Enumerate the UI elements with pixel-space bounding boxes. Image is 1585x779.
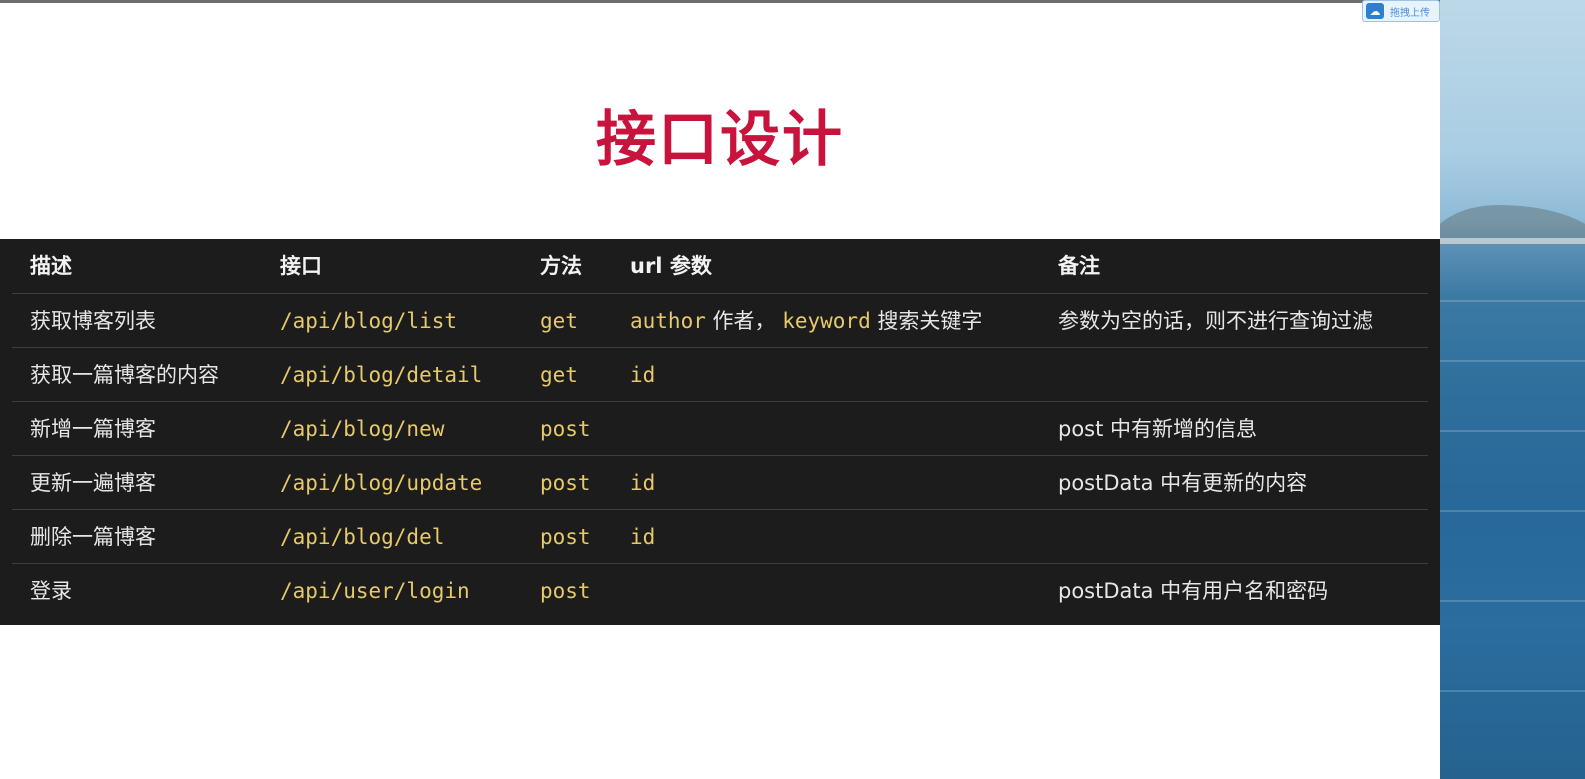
table-row: 删除一篇博客 /api/blog/del post id [12, 509, 1428, 563]
row-desc: 获取一篇博客的内容 [30, 363, 219, 387]
row-method: post [540, 471, 591, 495]
slide-title: 接口设计 [596, 105, 844, 175]
row-api: /api/blog/del [280, 525, 445, 549]
row-params: id [630, 510, 655, 564]
row-api: /api/blog/detail [280, 363, 483, 387]
row-method: get [540, 363, 578, 387]
row-note: post 中有新增的信息 [1058, 417, 1258, 441]
param-code: id [630, 525, 656, 549]
param-code: id [630, 363, 656, 387]
wallpaper-wave [1440, 360, 1585, 362]
row-note: postData 中有更新的内容 [1058, 471, 1308, 495]
row-desc: 删除一篇博客 [30, 525, 156, 549]
header-note: 备注 [1058, 254, 1100, 278]
desktop-wallpaper [1440, 0, 1585, 779]
wallpaper-wave [1440, 510, 1585, 512]
header-method: 方法 [540, 254, 582, 278]
row-method: post [540, 525, 591, 549]
slide: 接口设计 描述 接口 方法 url 参数 备注 获取博客列表 /api/blog… [0, 0, 1440, 779]
param-text: 作者， [705, 309, 783, 333]
api-table: 描述 接口 方法 url 参数 备注 获取博客列表 /api/blog/list… [0, 239, 1440, 625]
wallpaper-wave [1440, 600, 1585, 602]
row-method: post [540, 417, 591, 441]
upload-badge[interactable]: ☁ 拖拽上传 [1362, 0, 1440, 22]
row-method: get [540, 309, 578, 333]
table-row: 获取博客列表 /api/blog/list get author 作者， key… [12, 293, 1428, 347]
header-desc: 描述 [30, 254, 72, 278]
row-api: /api/blog/new [280, 417, 445, 441]
row-api: /api/blog/list [280, 309, 458, 333]
row-note: 参数为空的话，则不进行查询过滤 [1058, 309, 1373, 333]
wallpaper-wave [1440, 690, 1585, 692]
row-desc: 登录 [30, 579, 72, 603]
table-row: 新增一篇博客 /api/blog/new post post 中有新增的信息 [12, 401, 1428, 455]
row-desc: 获取博客列表 [30, 309, 156, 333]
row-note: postData 中有用户名和密码 [1058, 579, 1329, 603]
param-code: author [630, 309, 706, 333]
table-header-row: 描述 接口 方法 url 参数 备注 [0, 239, 1440, 293]
table-row: 更新一遍博客 /api/blog/update post id postData… [12, 455, 1428, 509]
row-params: id [630, 348, 655, 402]
upload-badge-label: 拖拽上传 [1390, 7, 1430, 19]
row-params: author 作者， keyword 搜索关键字 [630, 294, 982, 348]
param-text: 搜索关键字 [870, 309, 983, 333]
cloud-icon: ☁ [1366, 3, 1384, 19]
row-desc: 更新一遍博客 [30, 471, 156, 495]
param-code: id [630, 471, 656, 495]
wallpaper-wave [1440, 300, 1585, 302]
row-method: post [540, 579, 591, 603]
row-api: /api/blog/update [280, 471, 483, 495]
wallpaper-wave [1440, 430, 1585, 432]
row-desc: 新增一篇博客 [30, 417, 156, 441]
header-params: url 参数 [630, 254, 712, 278]
row-params: id [630, 456, 655, 510]
row-api: /api/user/login [280, 579, 470, 603]
param-code: keyword [782, 309, 871, 333]
header-api: 接口 [280, 254, 322, 278]
table-row: 获取一篇博客的内容 /api/blog/detail get id [12, 347, 1428, 401]
wallpaper-shore [1440, 238, 1585, 244]
table-row: 登录 /api/user/login post postData 中有用户名和密… [12, 563, 1428, 617]
